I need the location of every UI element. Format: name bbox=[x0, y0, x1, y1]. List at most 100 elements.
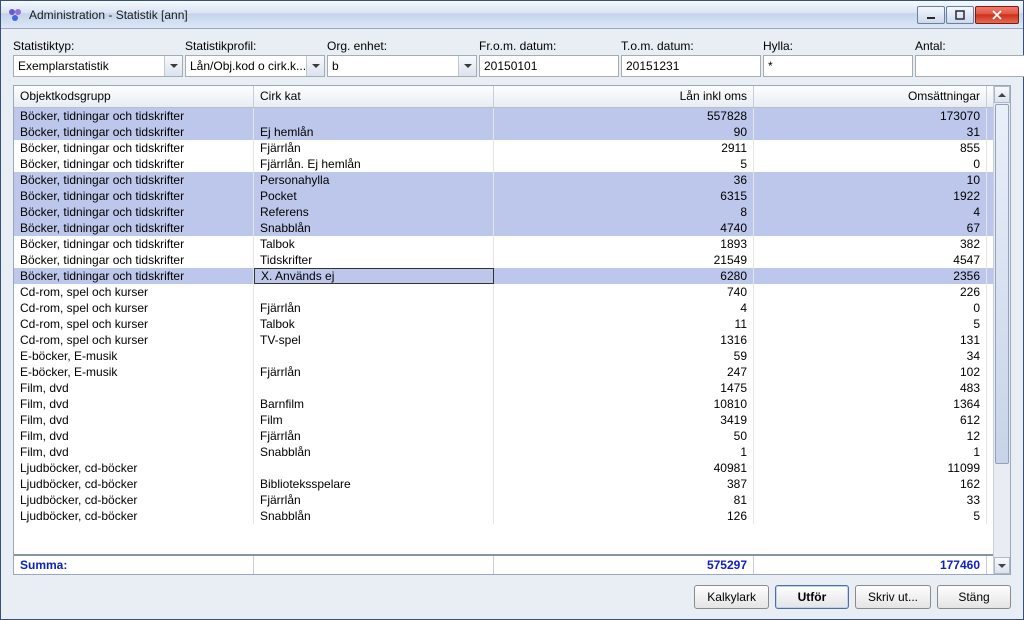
app-window: Administration - Statistik [ann] Statist… bbox=[0, 0, 1024, 620]
cell-loans: 2911 bbox=[494, 140, 754, 156]
app-icon bbox=[7, 7, 23, 23]
table-row[interactable]: Film, dvdFjärrlån5012 bbox=[14, 428, 993, 444]
count-input[interactable] bbox=[915, 55, 1024, 77]
spreadsheet-button[interactable]: Kalkylark bbox=[694, 585, 769, 609]
chevron-down-icon bbox=[458, 56, 476, 76]
cell-turnover: 483 bbox=[754, 380, 987, 396]
table-row[interactable]: Cd-rom, spel och kurser740226 bbox=[14, 284, 993, 300]
table-row[interactable]: Böcker, tidningar och tidskrifterFjärrlå… bbox=[14, 156, 993, 172]
close-dialog-button[interactable]: Stäng bbox=[937, 585, 1011, 609]
table-row[interactable]: Böcker, tidningar och tidskrifterTidskri… bbox=[14, 252, 993, 268]
chevron-down-icon bbox=[306, 56, 324, 76]
table-row[interactable]: Böcker, tidningar och tidskrifterX. Anvä… bbox=[14, 268, 993, 284]
table-row[interactable]: Ljudböcker, cd-böckerBiblioteksspelare38… bbox=[14, 476, 993, 492]
cell-objectgroup: Ljudböcker, cd-böcker bbox=[14, 492, 254, 508]
cell-turnover: 0 bbox=[754, 156, 987, 172]
cell-loans: 1 bbox=[494, 444, 754, 460]
cell-loans: 1893 bbox=[494, 236, 754, 252]
execute-button[interactable]: Utför bbox=[775, 585, 849, 609]
type-select[interactable]: Exemplarstatistik bbox=[13, 55, 183, 77]
label-to: T.o.m. datum: bbox=[621, 39, 761, 55]
table-row[interactable]: E-böcker, E-musik5934 bbox=[14, 348, 993, 364]
cell-cirkcat: Pocket bbox=[254, 188, 494, 204]
minimize-button[interactable] bbox=[917, 6, 945, 24]
cell-cirkcat: Personahylla bbox=[254, 172, 494, 188]
cell-turnover: 226 bbox=[754, 284, 987, 300]
close-button[interactable] bbox=[975, 6, 1019, 24]
to-date-input[interactable]: 20151231 bbox=[621, 55, 761, 77]
scroll-up-button[interactable] bbox=[994, 86, 1010, 103]
table-row[interactable]: Cd-rom, spel och kurserTV-spel1316131 bbox=[14, 332, 993, 348]
table-row[interactable]: Ljudböcker, cd-böcker4098111099 bbox=[14, 460, 993, 476]
table-row[interactable]: Film, dvdBarnfilm108101364 bbox=[14, 396, 993, 412]
maximize-button[interactable] bbox=[946, 6, 974, 24]
org-select[interactable]: b bbox=[327, 55, 477, 77]
table-row[interactable]: Böcker, tidningar och tidskrifterPersona… bbox=[14, 172, 993, 188]
cell-turnover: 102 bbox=[754, 364, 987, 380]
table-row[interactable]: E-böcker, E-musikFjärrlån247102 bbox=[14, 364, 993, 380]
cell-turnover: 0 bbox=[754, 300, 987, 316]
table-row[interactable]: Böcker, tidningar och tidskrifterSnabblå… bbox=[14, 220, 993, 236]
table-row[interactable]: Böcker, tidningar och tidskrifterFjärrlå… bbox=[14, 140, 993, 156]
scroll-down-button[interactable] bbox=[994, 557, 1010, 574]
table-row[interactable]: Böcker, tidningar och tidskrifterPocket6… bbox=[14, 188, 993, 204]
vertical-scrollbar[interactable] bbox=[993, 86, 1010, 574]
cell-cirkcat: Biblioteksspelare bbox=[254, 476, 494, 492]
label-count: Antal: bbox=[915, 39, 1024, 55]
table-row[interactable]: Böcker, tidningar och tidskrifterTalbok1… bbox=[14, 236, 993, 252]
cell-objectgroup: Film, dvd bbox=[14, 380, 254, 396]
cell-loans: 4 bbox=[494, 300, 754, 316]
table-row[interactable]: Film, dvdFilm3419612 bbox=[14, 412, 993, 428]
titlebar[interactable]: Administration - Statistik [ann] bbox=[1, 1, 1023, 29]
cell-loans: 1316 bbox=[494, 332, 754, 348]
cell-loans: 5 bbox=[494, 156, 754, 172]
table-row[interactable]: Ljudböcker, cd-böckerFjärrlån8133 bbox=[14, 492, 993, 508]
cell-turnover: 5 bbox=[754, 316, 987, 332]
table-row[interactable]: Film, dvd 1475483 bbox=[14, 380, 993, 396]
table-row[interactable]: Böcker, tidningar och tidskrifterEj heml… bbox=[14, 124, 993, 140]
table-row[interactable]: Cd-rom, spel och kurserTalbok115 bbox=[14, 316, 993, 332]
table-footer: Summa: 575297 177460 bbox=[14, 554, 993, 574]
col-loans[interactable]: Lån inkl oms bbox=[494, 86, 754, 107]
table-row[interactable]: Ljudböcker, cd-böckerSnabblån1265 bbox=[14, 508, 993, 524]
label-from: Fr.o.m. datum: bbox=[479, 39, 619, 55]
cell-objectgroup: Böcker, tidningar och tidskrifter bbox=[14, 156, 254, 172]
cell-loans: 11 bbox=[494, 316, 754, 332]
col-objectgroup[interactable]: Objektkodsgrupp bbox=[14, 86, 254, 107]
cell-cirkcat: Talbok bbox=[254, 236, 494, 252]
cell-turnover: 1922 bbox=[754, 188, 987, 204]
content-area: Statistiktyp: Statistikprofil: Org. enhe… bbox=[1, 29, 1023, 619]
cell-loans: 6280 bbox=[494, 268, 754, 284]
col-turnover[interactable]: Omsättningar bbox=[754, 86, 987, 107]
footer-loans: 575297 bbox=[494, 556, 754, 574]
col-cirkcat[interactable]: Cirk kat bbox=[254, 86, 494, 107]
cell-cirkcat: X. Används ej bbox=[254, 268, 494, 284]
label-type: Statistiktyp: bbox=[13, 39, 183, 55]
table-row[interactable]: Böcker, tidningar och tidskrifter5578281… bbox=[14, 108, 993, 124]
from-date-input[interactable]: 20150101 bbox=[479, 55, 619, 77]
profile-select-value: Lån/Obj.kod o cirk.k... bbox=[190, 59, 306, 73]
shelf-value: * bbox=[768, 59, 773, 73]
profile-select[interactable]: Lån/Obj.kod o cirk.k... bbox=[185, 55, 325, 77]
cell-objectgroup: Film, dvd bbox=[14, 412, 254, 428]
to-date-value: 20151231 bbox=[626, 59, 679, 73]
cell-loans: 126 bbox=[494, 508, 754, 524]
cell-cirkcat bbox=[254, 284, 494, 300]
scroll-thumb[interactable] bbox=[995, 104, 1009, 464]
cell-loans: 1475 bbox=[494, 380, 754, 396]
cell-loans: 387 bbox=[494, 476, 754, 492]
table-row[interactable]: Böcker, tidningar och tidskrifterReferen… bbox=[14, 204, 993, 220]
cell-loans: 10810 bbox=[494, 396, 754, 412]
table-row[interactable]: Cd-rom, spel och kurserFjärrlån40 bbox=[14, 300, 993, 316]
cell-objectgroup: Ljudböcker, cd-böcker bbox=[14, 460, 254, 476]
cell-turnover: 382 bbox=[754, 236, 987, 252]
cell-loans: 90 bbox=[494, 124, 754, 140]
footer-turnover: 177460 bbox=[754, 556, 987, 574]
cell-turnover: 31 bbox=[754, 124, 987, 140]
cell-turnover: 10 bbox=[754, 172, 987, 188]
org-select-value: b bbox=[332, 59, 339, 73]
shelf-input[interactable]: * bbox=[763, 55, 913, 77]
print-button[interactable]: Skriv ut... bbox=[855, 585, 931, 609]
table-row[interactable]: Film, dvdSnabblån11 bbox=[14, 444, 993, 460]
type-select-value: Exemplarstatistik bbox=[18, 59, 109, 73]
